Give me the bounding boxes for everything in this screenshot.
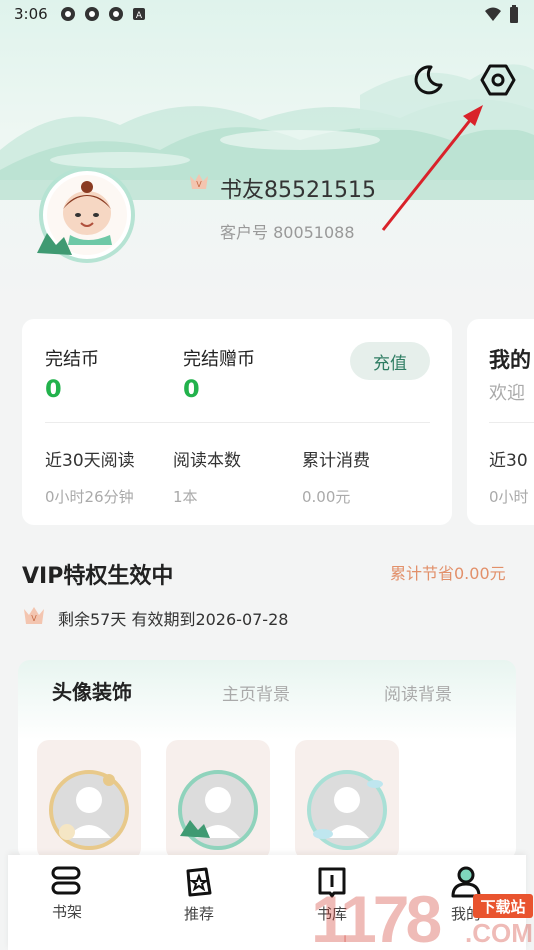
vip-remaining: 剩余57天 有效期到2026-07-28	[58, 610, 289, 629]
status-time: 3:06	[14, 5, 48, 23]
vip-saved: 累计节省0.00元	[390, 564, 506, 583]
app-notification-icon	[108, 7, 123, 21]
gift-coin-label: 完结赠币	[183, 349, 255, 370]
vip-crown-icon: V	[190, 174, 208, 189]
customer-number: 客户号 80051088	[220, 223, 355, 242]
svg-text:V: V	[31, 614, 37, 623]
settings-icon[interactable]	[478, 60, 518, 100]
my-card-read-value: 0小时	[489, 488, 529, 506]
nav-label: 推荐	[183, 905, 214, 923]
divider	[489, 422, 534, 423]
svg-text:A: A	[136, 11, 143, 21]
vip-crown-icon: V	[24, 607, 44, 624]
recharge-button[interactable]: 充值	[350, 342, 430, 380]
avatar-frame-item[interactable]	[37, 740, 141, 860]
nickname: 书友85521515	[220, 178, 376, 203]
gift-coin-value: 0	[183, 375, 200, 403]
a-badge-icon: A	[132, 8, 145, 21]
watermark-logo: 1178 下载站 .COM	[305, 878, 534, 950]
svg-text:V: V	[196, 180, 202, 189]
read-30-label: 近30天阅读	[45, 451, 135, 471]
watermark-suffix: .COM	[465, 918, 533, 948]
my-card-title: 我的	[489, 348, 531, 372]
read-30-value: 0小时26分钟	[45, 488, 134, 506]
tab-home-background[interactable]: 主页背景	[222, 680, 290, 705]
watermark-brand: 1178	[311, 882, 442, 950]
coin-label: 完结币	[45, 349, 99, 370]
books-value: 1本	[173, 488, 198, 506]
app-notification-icon	[84, 7, 99, 21]
moon-icon[interactable]	[408, 60, 448, 100]
divider	[45, 422, 430, 423]
app-notification-icon	[60, 7, 75, 21]
avatar-frame-item[interactable]	[166, 740, 270, 860]
watermark-text: 下载站	[473, 894, 533, 918]
battery-icon	[510, 5, 518, 23]
red-arrow-annotation	[381, 105, 483, 231]
vip-title: VIP特权生效中	[22, 564, 174, 589]
spent-label: 累计消费	[302, 451, 370, 471]
nav-recommend[interactable]: 推荐	[159, 865, 239, 924]
avatar-frame-item[interactable]	[295, 740, 399, 860]
books-label: 阅读本数	[173, 451, 241, 471]
my-card-read-label: 近30	[489, 451, 528, 471]
tab-reading-background[interactable]: 阅读背景	[384, 680, 452, 705]
nav-label: 书架	[51, 903, 82, 921]
wifi-icon	[485, 7, 501, 21]
bookshelf-icon	[51, 866, 81, 895]
system-status-icons	[484, 4, 520, 24]
status-bar: 3:06 A	[0, 0, 534, 28]
tab-avatar-decor[interactable]: 头像装饰	[52, 676, 132, 705]
nav-bookshelf[interactable]: 书架	[27, 865, 107, 922]
star-book-icon	[186, 867, 212, 897]
notification-icons: A	[60, 6, 146, 22]
my-card[interactable]: 我的 欢迎 近30 0小时	[467, 319, 534, 525]
coin-value: 0	[45, 375, 62, 403]
my-card-subtitle: 欢迎	[489, 383, 525, 404]
spent-value: 0.00元	[302, 488, 351, 506]
avatar[interactable]	[32, 165, 146, 265]
